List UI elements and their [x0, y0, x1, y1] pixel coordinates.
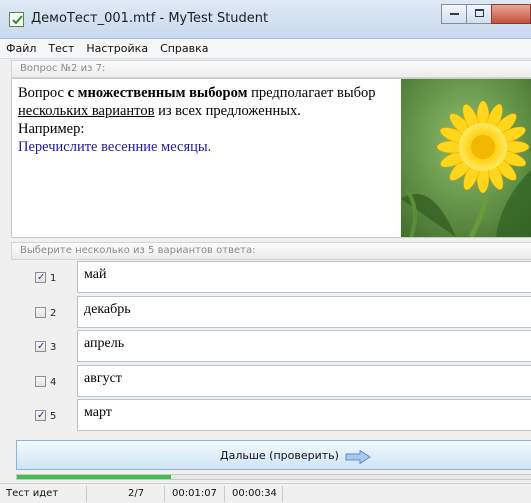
- answer-text[interactable]: декабрь: [77, 296, 531, 328]
- answer-number: 5: [50, 411, 57, 422]
- answer-row: ✓ 5 март: [11, 398, 531, 432]
- answer-checkbox-1[interactable]: ✓: [35, 272, 46, 283]
- question-text-part3: из всех предложенных.: [154, 103, 301, 119]
- question-text-underline: нескольких вариантов: [18, 103, 155, 119]
- answer-row: 2 декабрь: [11, 295, 531, 329]
- dandelion-flower-photo: [401, 79, 531, 237]
- menu-test[interactable]: Тест: [42, 39, 80, 58]
- menu-help[interactable]: Справка: [154, 39, 214, 58]
- maximize-icon: [475, 9, 484, 17]
- status-divider: [164, 486, 165, 502]
- status-bar: Тест идет 2/7 00:01:07 00:00:34: [0, 483, 531, 503]
- window-controls: [441, 4, 531, 26]
- status-divider: [224, 486, 225, 502]
- close-button[interactable]: [491, 4, 531, 24]
- status-state: Тест идет: [6, 488, 59, 499]
- question-text: Вопрос с множественным выбором предполаг…: [18, 84, 402, 156]
- title-bar[interactable]: ДемоТест_001.mtf - MyTest Student: [0, 0, 531, 39]
- question-header: Вопрос №2 из 7:: [11, 60, 531, 78]
- status-divider: [86, 486, 87, 502]
- menu-settings[interactable]: Настройка: [80, 39, 154, 58]
- answers-list: ✓ 1 май 2 декабрь ✓ 3 апрель 4 август ✓ …: [11, 260, 531, 435]
- menu-file[interactable]: Файл: [0, 39, 42, 58]
- answer-checkbox-3[interactable]: ✓: [35, 341, 46, 352]
- checkbox-app-icon: [9, 12, 24, 27]
- question-text-part2: предполагает выбор: [247, 85, 376, 101]
- answer-row: ✓ 1 май: [11, 260, 531, 294]
- answer-number: 4: [50, 377, 57, 388]
- window-title: ДемоТест_001.mtf - MyTest Student: [31, 11, 269, 26]
- answer-checkbox-4[interactable]: [35, 376, 46, 387]
- answer-number: 1: [50, 273, 57, 284]
- answer-text[interactable]: май: [77, 261, 531, 293]
- answer-number: 3: [50, 342, 57, 353]
- status-elapsed: 00:01:07: [172, 488, 217, 499]
- next-button-label: Дальше (проверить): [220, 449, 339, 462]
- status-question-time: 00:00:34: [232, 488, 277, 499]
- checkmark-icon: ✓: [37, 341, 46, 352]
- question-text-line3: Например:: [18, 121, 85, 137]
- status-divider: [282, 486, 283, 502]
- arrow-right-icon: [345, 449, 371, 468]
- answers-header: Выберите несколько из 5 вариантов ответа…: [11, 242, 531, 260]
- status-counter: 2/7: [128, 488, 145, 499]
- menu-bar: Файл Тест Настройка Справка: [0, 39, 531, 59]
- answer-text[interactable]: март: [77, 399, 531, 431]
- question-example: Перечислите весенние месяцы.: [18, 139, 212, 155]
- minimize-button[interactable]: [441, 4, 467, 24]
- progress-fill: [17, 475, 172, 479]
- answer-row: ✓ 3 апрель: [11, 329, 531, 363]
- answer-checkbox-2[interactable]: [35, 307, 46, 318]
- answer-number: 2: [50, 308, 57, 319]
- question-area: Вопрос с множественным выбором предполаг…: [11, 78, 531, 238]
- checkmark-icon: ✓: [37, 410, 46, 421]
- progress-bar: [16, 474, 531, 480]
- answer-row: 4 август: [11, 364, 531, 398]
- answer-text[interactable]: апрель: [77, 330, 531, 362]
- next-check-button[interactable]: Дальше (проверить): [16, 440, 531, 470]
- answer-text[interactable]: август: [77, 365, 531, 397]
- answer-checkbox-5[interactable]: ✓: [35, 410, 46, 421]
- minimize-icon: [450, 13, 459, 15]
- checkmark-icon: ✓: [37, 272, 46, 283]
- question-text-part1: Вопрос: [18, 85, 68, 101]
- app-window: ДемоТест_001.mtf - MyTest Student Файл Т…: [0, 0, 531, 503]
- question-text-bold: с множественным выбором: [67, 85, 248, 101]
- maximize-button[interactable]: [466, 4, 492, 24]
